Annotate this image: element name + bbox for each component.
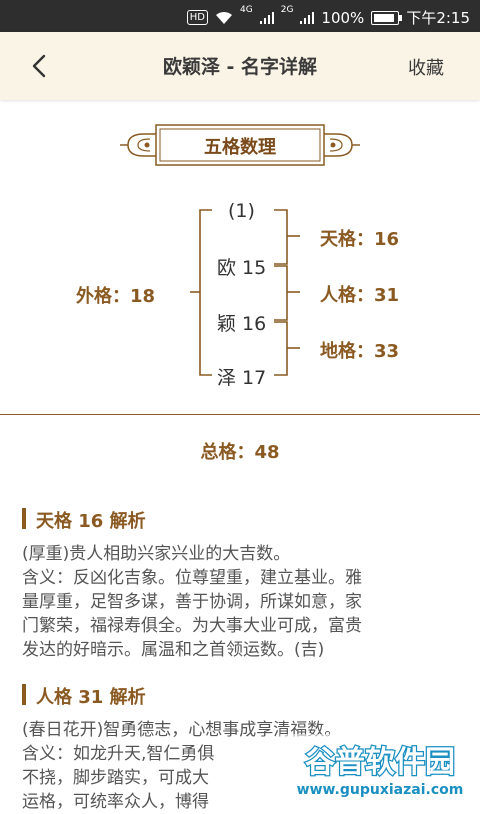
watermark-logo: 谷普软件园 www.gupuxiazai.com [280,734,480,800]
clock: 下午2:15 [406,9,470,27]
renge-analysis-heading: 人格 31 解析 [22,683,146,709]
battery-percent: 100% [321,8,365,27]
renge-value: 人格：31 [320,285,400,306]
network-type-2: 2G [280,5,294,15]
char-ying: 颖 16 [217,313,267,335]
signal-icon-2 [300,11,315,24]
collect-button[interactable]: 收藏 [408,54,444,80]
dige-value: 地格：33 [320,341,400,362]
tiange-analysis-text: (厚重)贵人相助兴家兴业的大吉数。 含义：反凶化吉象。位尊望重，建立基业。雅 量… [22,542,462,662]
tiange-analysis-heading: 天格 16 解析 [22,507,146,533]
tiange-value: 天格：16 [320,229,400,250]
hd-badge: HD [186,10,209,25]
char-ou: 欧 15 [217,257,267,279]
network-type-1: 4G [240,5,253,15]
battery-icon [371,10,403,25]
section-title-label: 五格数理 [204,137,276,158]
char-ze: 泽 17 [217,367,267,389]
text-line: 含义：反凶化吉象。位尊望重，建立基业。雅 [22,568,362,588]
status-bar: HD 4G 2G 100% 下午2:15 [0,0,480,32]
waige-value: 外格：18 [76,286,156,307]
text-line: 发达的好暗示。属温和之首领运数。(吉) [22,640,325,660]
svg-text:www.gupuxiazai.com: www.gupuxiazai.com [297,782,464,798]
text-line: (厚重)贵人相助兴家兴业的大吉数。 [22,544,291,564]
text-line: 量厚重，足智多谋，善于协调，所谋如意，家 [22,592,362,612]
text-line: 门繁荣，福禄寿俱全。为大事大业可成，富贵 [22,616,362,636]
top-number: (1) [228,200,255,222]
wifi-icon [216,11,233,24]
divider [0,414,480,415]
signal-icon-1 [259,11,274,24]
zongge-value: 总格：48 [200,442,280,463]
top-app-bar: 欧颖泽 - 名字详解 收藏 [0,32,480,100]
wuge-section-title: 五格数理 [120,120,360,170]
svg-text:谷普软件园: 谷普软件园 [305,745,455,780]
